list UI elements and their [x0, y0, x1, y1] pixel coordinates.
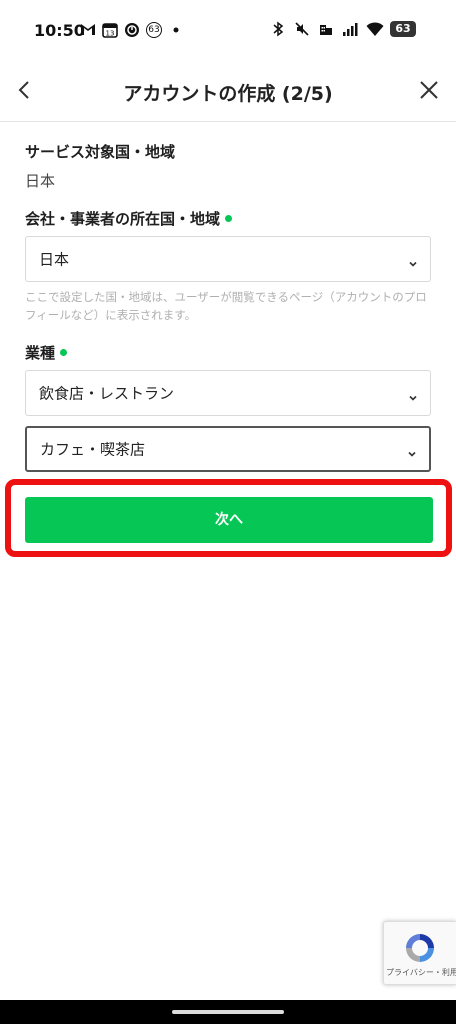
cell-signal-icon: [342, 21, 358, 37]
bluetooth-icon: [270, 21, 286, 37]
notification-badge: 63: [146, 22, 162, 38]
status-time: 10:50: [34, 21, 85, 40]
required-indicator: [60, 349, 68, 356]
service-country-label: サービス対象国・地域: [25, 141, 175, 162]
company-country-label: 会社・事業者の所在国・地域: [25, 208, 233, 229]
industry-secondary-select[interactable]: カフェ・喫茶店: [25, 426, 431, 472]
recaptcha-badge[interactable]: プライバシー・利用規約: [383, 921, 456, 985]
back-arrow-icon[interactable]: [12, 77, 38, 103]
industry-primary-select[interactable]: 飲食店・レストラン: [25, 370, 431, 416]
dot-icon: [168, 22, 184, 38]
page-title: アカウントの作成 (2/5): [123, 83, 333, 105]
navigation-bar: [0, 1000, 456, 1024]
service-country-label-text: サービス対象国・地域: [25, 143, 176, 161]
recaptcha-links[interactable]: プライバシー・利用規約: [386, 968, 456, 977]
service-country-value: 日本: [25, 172, 56, 190]
chevron-down-icon: [407, 444, 417, 457]
industry-label-text: 業種: [25, 344, 56, 362]
status-bar: 10:50 13 63 63: [0, 0, 456, 64]
industry-secondary-selected: カフェ・喫茶店: [40, 440, 146, 459]
home-gesture-handle[interactable]: [172, 1010, 284, 1014]
svg-text:13: 13: [106, 30, 115, 38]
gmail-icon: [80, 22, 96, 38]
wifi-icon: [366, 21, 384, 37]
industry-label: 業種: [25, 342, 68, 363]
building-icon: [318, 21, 334, 37]
company-country-select[interactable]: 日本: [25, 236, 431, 282]
mute-icon: [294, 21, 310, 37]
chevron-down-icon: [408, 388, 418, 401]
chevron-down-icon: [408, 254, 418, 267]
status-left-icons: 13 63: [80, 22, 184, 38]
company-country-selected: 日本: [39, 250, 70, 269]
app-header: アカウントの作成 (2/5): [0, 64, 456, 122]
required-indicator: [225, 215, 233, 222]
timer-icon: [124, 22, 140, 38]
company-country-help-text: ここで設定した国・地域は、ユーザーが閲覧できるページ（アカウントのプロフィールな…: [25, 290, 427, 322]
company-country-label-text: 会社・事業者の所在国・地域: [25, 210, 221, 228]
next-button[interactable]: 次へ: [25, 497, 433, 543]
recaptcha-icon: [400, 930, 440, 966]
close-icon[interactable]: [416, 77, 442, 103]
battery-indicator: 63: [390, 21, 416, 37]
status-right-icons: 63: [270, 21, 416, 37]
calendar-icon: 13: [102, 22, 118, 38]
industry-primary-selected: 飲食店・レストラン: [39, 384, 175, 403]
